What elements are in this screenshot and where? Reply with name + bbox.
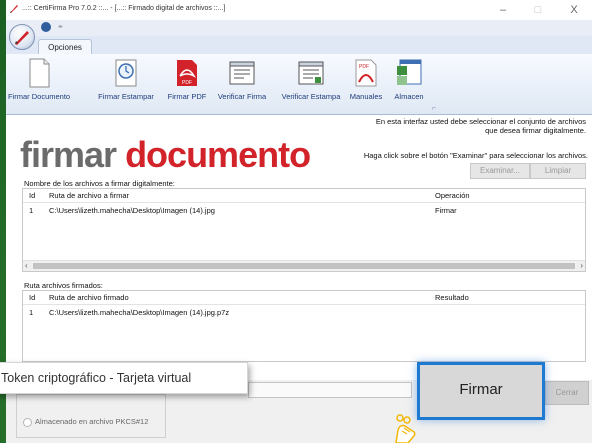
col-id[interactable]: Id xyxy=(29,191,35,200)
application-menu-orb[interactable] xyxy=(9,24,35,50)
scroll-thumb[interactable] xyxy=(33,263,575,269)
verify-stamp-icon xyxy=(298,61,324,85)
ribbon-panel: Firmar Documento Firmar Estampar PDF Fir… xyxy=(6,54,592,115)
limpiar-button[interactable]: Limpiar xyxy=(530,163,586,179)
table-row[interactable]: 1 C:\Users\lizeth.mahecha\Desktop\Imagen… xyxy=(23,306,585,319)
verificar-estampa-label: Verificar Estampa xyxy=(281,92,341,101)
pkcs12-radio[interactable] xyxy=(23,418,32,427)
firmar-documento-button[interactable]: Firmar Documento xyxy=(8,58,70,110)
col-resultado[interactable]: Resultado xyxy=(435,293,469,302)
pdf-icon: PDF xyxy=(177,60,197,86)
app-icon xyxy=(10,5,18,13)
title-bar: ...:: CertiFirma Pro 7.0.2 ::... - [...:… xyxy=(6,0,592,21)
group-expand-icon[interactable]: ⌐ xyxy=(432,105,436,112)
tab-opciones[interactable]: Opciones xyxy=(38,39,92,55)
grid-header: Id Ruta de archivo a firmar Operación xyxy=(23,189,585,203)
manuales-label: Manuales xyxy=(349,92,383,101)
token-dropdown[interactable] xyxy=(248,382,412,398)
firmar-documento-logo: firmar documento xyxy=(20,134,311,175)
pen-icon xyxy=(15,31,29,45)
firmar-documento-label: Firmar Documento xyxy=(8,92,71,101)
scroll-left-icon[interactable]: ‹ xyxy=(25,261,28,270)
token-tooltip: Token criptográfico - Tarjeta virtual xyxy=(0,362,248,394)
verify-window-icon xyxy=(229,61,255,85)
svg-text:PDF: PDF xyxy=(359,64,369,70)
col-ruta-firmado[interactable]: Ruta de archivo firmado xyxy=(49,293,129,302)
almacen-label: Almacen xyxy=(394,92,424,101)
clock-stamp-icon xyxy=(115,59,137,87)
row-id: 1 xyxy=(29,206,34,215)
instructions-examinar-text: Haga click sobre el botón "Examinar" par… xyxy=(363,151,588,160)
firmar-button-label: Firmar xyxy=(459,381,503,398)
signed-files-grid[interactable]: Id Ruta de archivo firmado Resultado 1 C… xyxy=(22,290,586,362)
store-groupbox: Almacenado en archivo PKCS#12 xyxy=(16,394,166,438)
firmar-button[interactable]: Firmar xyxy=(417,362,545,420)
files-to-sign-grid[interactable]: Id Ruta de archivo a firmar Operación 1 … xyxy=(22,188,586,272)
verificar-estampa-button[interactable]: Verificar Estampa xyxy=(276,58,346,110)
minimize-button[interactable]: – xyxy=(490,2,516,18)
row-path: C:\Users\lizeth.mahecha\Desktop\Imagen (… xyxy=(49,308,230,317)
examinar-button[interactable]: Examinar... xyxy=(470,163,530,179)
col-operacion[interactable]: Operación xyxy=(435,191,470,200)
firmar-estampar-label: Firmar Estampar xyxy=(98,92,154,101)
firmar-pdf-label: Firmar PDF xyxy=(167,92,207,101)
row-operation: Firmar xyxy=(435,206,457,215)
click-cursor-icon xyxy=(395,414,416,443)
firmar-pdf-button[interactable]: PDF Firmar PDF xyxy=(162,58,212,110)
firmar-estampar-button[interactable]: Firmar Estampar xyxy=(96,58,156,110)
window-title: ...:: CertiFirma Pro 7.0.2 ::... - [...:… xyxy=(22,5,226,12)
certificate-store-icon xyxy=(397,59,422,85)
row-path: C:\Users\lizeth.mahecha\Desktop\Imagen (… xyxy=(49,206,215,215)
svg-text:PDF: PDF xyxy=(182,80,192,86)
verificar-firma-button[interactable]: Verificar Firma xyxy=(212,58,272,110)
manuales-button[interactable]: PDF Manuales xyxy=(346,58,386,110)
horizontal-scrollbar[interactable]: ‹ › xyxy=(23,260,585,271)
token-tooltip-text: Token criptográfico - Tarjeta virtual xyxy=(1,371,192,385)
quick-access-toolbar: ₌ xyxy=(6,20,592,36)
grid-header: Id Ruta de archivo firmado Resultado xyxy=(23,291,585,305)
customize-qat-icon[interactable]: ₌ xyxy=(58,20,63,31)
maximize-button[interactable]: □ xyxy=(525,2,551,18)
almacen-button[interactable]: Almacen xyxy=(389,58,429,110)
pdf-manual-icon: PDF xyxy=(355,59,377,87)
signed-files-label: Ruta archivos firmados: xyxy=(24,281,103,290)
files-to-sign-label: Nombre de los archivos a firmar digitalm… xyxy=(24,179,175,188)
info-icon[interactable] xyxy=(41,22,51,32)
document-icon xyxy=(29,58,50,88)
close-button[interactable]: X xyxy=(561,2,587,18)
col-ruta[interactable]: Ruta de archivo a firmar xyxy=(49,191,129,200)
pkcs12-radio-label: Almacenado en archivo PKCS#12 xyxy=(35,417,149,426)
cerrar-button[interactable]: Cerrar xyxy=(545,381,589,405)
scroll-right-icon[interactable]: › xyxy=(580,261,583,270)
instructions-text: En esta interfaz usted debe seleccionar … xyxy=(375,117,586,135)
ribbon-tabstrip: Opciones xyxy=(6,36,592,55)
col-id[interactable]: Id xyxy=(29,293,35,302)
verificar-firma-label: Verificar Firma xyxy=(217,92,267,101)
row-id: 1 xyxy=(29,308,34,317)
table-row[interactable]: 1 C:\Users\lizeth.mahecha\Desktop\Imagen… xyxy=(23,204,585,217)
